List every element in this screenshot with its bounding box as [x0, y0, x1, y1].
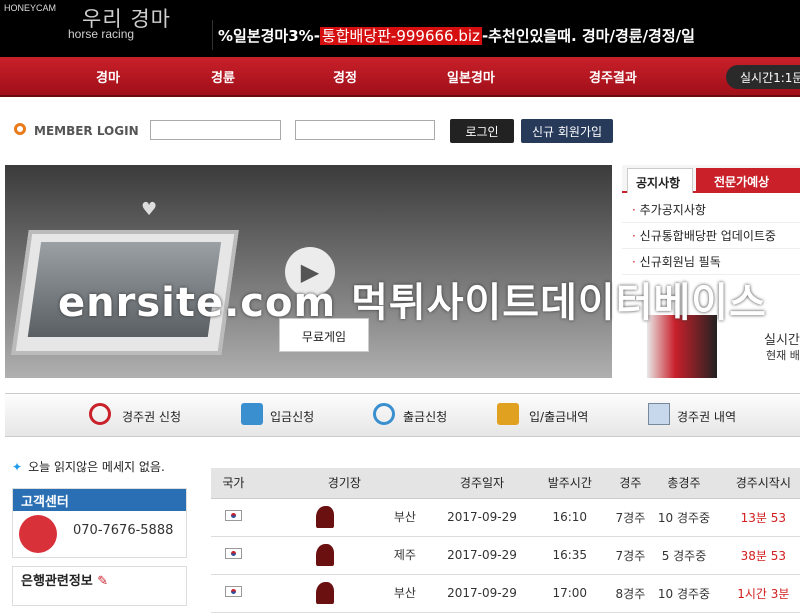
live-chat-button[interactable]: 실시간1:1문 — [726, 65, 800, 89]
notice-item[interactable]: · 신규통합배당판 업데이트중 — [622, 223, 800, 249]
cell-race: 8경주 — [608, 574, 653, 613]
cell-start-time: 38분 53 — [715, 536, 800, 575]
cell-start-time: 1시간 3분 — [715, 574, 800, 613]
history-icon — [497, 403, 519, 425]
realtime-subtitle: 현재 배 — [766, 349, 800, 362]
bank-info-title[interactable]: 은행관련정보 — [21, 574, 93, 589]
cell-total-races: 5 경주중 — [652, 536, 716, 575]
bank-info-box: 은행관련정보 ✎ — [12, 566, 187, 606]
marquee-highlight[interactable]: 통합배당판-999666.biz — [319, 27, 482, 45]
logo-subtitle: horse racing — [68, 27, 135, 41]
table-row[interactable]: 부산 2017-09-29 17:00 8경주 10 경주중 1시간 3분 — [211, 574, 800, 613]
unread-message-text[interactable]: 오늘 읽지않은 메세지 없음. — [28, 460, 165, 474]
twitter-bird-icon: ✦ — [12, 460, 23, 474]
notice-item[interactable]: · 추가공지사항 — [622, 197, 800, 223]
race-ticket-apply-link[interactable]: 경주권 신청 — [122, 408, 181, 425]
login-button[interactable]: 로그인 — [450, 119, 514, 143]
col-total-races: 총경주 — [652, 468, 716, 499]
customer-center-title: 고객센터 — [13, 489, 186, 511]
korea-flag-icon — [224, 586, 242, 597]
nav-item-cycle-racing[interactable]: 경륜 — [211, 67, 235, 86]
col-country: 국가 — [211, 468, 256, 499]
marquee-suffix: -추천인있을때. 경마/경륜/경정/일 — [481, 27, 695, 45]
cell-race: 7경주 — [608, 498, 653, 537]
calendar-icon — [648, 403, 670, 425]
key-icon — [14, 123, 26, 135]
nav-item-boat-racing[interactable]: 경정 — [333, 67, 357, 86]
deposit-withdraw-history-link[interactable]: 입/출금내역 — [529, 408, 588, 425]
cell-country — [211, 498, 256, 537]
login-password-input[interactable] — [295, 120, 435, 140]
pencil-icon: ✎ — [97, 574, 109, 589]
withdraw-icon — [373, 403, 395, 425]
quick-menu-bar: 경주권 신청 입금신청 출금신청 입/출금내역 경주권 내역 — [5, 393, 800, 437]
message-notice: ✦ 오늘 읽지않은 메세지 없음. — [12, 458, 165, 475]
horse-icon — [315, 506, 334, 528]
cell-venue: 제주 — [255, 536, 433, 575]
tab-notices[interactable]: 공지사항 — [627, 168, 693, 193]
nav-item-race-results[interactable]: 경주결과 — [589, 67, 637, 86]
cell-country — [211, 574, 256, 613]
col-start-time: 경주시작시 — [715, 468, 800, 499]
deposit-request-link[interactable]: 입금신청 — [270, 408, 314, 425]
col-date: 경주일자 — [432, 468, 532, 499]
col-race: 경주 — [608, 468, 653, 499]
cell-venue: 부산 — [255, 574, 433, 613]
table-row[interactable]: 제주 2017-09-29 16:35 7경주 5 경주중 38분 53 — [211, 536, 800, 575]
header-divider — [212, 20, 213, 50]
cell-date: 2017-09-29 — [432, 574, 532, 613]
main-nav: 경마 경륜 경정 일본경마 경주결과 실시간1:1문 — [0, 57, 800, 97]
notice-list: · 추가공지사항 · 신규통합배당판 업데이트중 · 신규회원님 필독 — [622, 197, 800, 275]
marquee-text: %일본경마3%- 통합배당판-999666.biz -추천인있을때. 경마/경륜/경… — [218, 25, 695, 46]
tab-expert-predictions[interactable]: 전문가예상 — [696, 168, 800, 193]
customer-center-phone: 070-7676-5888 — [73, 523, 174, 538]
cell-start-time: 13분 53 — [715, 498, 800, 537]
korea-flag-icon — [224, 510, 242, 521]
cell-post-time: 16:35 — [531, 536, 609, 575]
cell-venue: 부산 — [255, 498, 433, 537]
cell-date: 2017-09-29 — [432, 536, 532, 575]
top-header: HONEYCAM 우리 경마 horse racing %일본경마3%- 통합배당… — [0, 0, 800, 57]
cell-country — [211, 536, 256, 575]
watermark-overlay: enrsite.com 먹튀사이트데이터베이스 — [58, 280, 767, 326]
race-schedule-table: 국가 경기장 경주일자 발주시간 경주 총경주 경주시작시 부산 2017-09… — [211, 468, 800, 613]
race-ticket-icon — [89, 403, 111, 425]
col-venue: 경기장 — [255, 468, 433, 499]
member-login-bar: MEMBER LOGIN 로그인 신규 회원가입 — [0, 110, 800, 150]
cell-total-races: 10 경주중 — [652, 498, 716, 537]
horse-icon — [315, 544, 334, 566]
login-id-input[interactable] — [150, 120, 281, 140]
notice-tabs: 공지사항 전문가예상 — [622, 165, 800, 193]
cell-race: 7경주 — [608, 536, 653, 575]
honeycam-label: HONEYCAM — [4, 3, 57, 13]
marquee-prefix: %일본경마3%- — [218, 27, 320, 45]
phone-icon — [19, 515, 57, 553]
customer-center-box: 고객센터 070-7676-5888 — [12, 488, 187, 558]
col-post-time: 발주시간 — [531, 468, 609, 499]
cell-total-races: 10 경주중 — [652, 574, 716, 613]
deposit-icon — [241, 403, 263, 425]
cell-post-time: 17:00 — [531, 574, 609, 613]
heart-icon: ♥ — [141, 199, 158, 220]
horse-icon — [315, 582, 334, 604]
cell-date: 2017-09-29 — [432, 498, 532, 537]
table-row[interactable]: 부산 2017-09-29 16:10 7경주 10 경주중 13분 53 — [211, 498, 800, 537]
korea-flag-icon — [224, 548, 242, 559]
nav-item-horse-racing[interactable]: 경마 — [96, 67, 120, 86]
realtime-title: 실시간 — [764, 333, 800, 348]
race-ticket-history-link[interactable]: 경주권 내역 — [677, 408, 736, 425]
cell-post-time: 16:10 — [531, 498, 609, 537]
member-login-title: MEMBER LOGIN — [34, 124, 139, 138]
table-header-row: 국가 경기장 경주일자 발주시간 경주 총경주 경주시작시 — [211, 468, 800, 499]
nav-item-japan-racing[interactable]: 일본경마 — [447, 67, 495, 86]
signup-button[interactable]: 신규 회원가입 — [521, 119, 613, 143]
withdraw-request-link[interactable]: 출금신청 — [403, 408, 447, 425]
